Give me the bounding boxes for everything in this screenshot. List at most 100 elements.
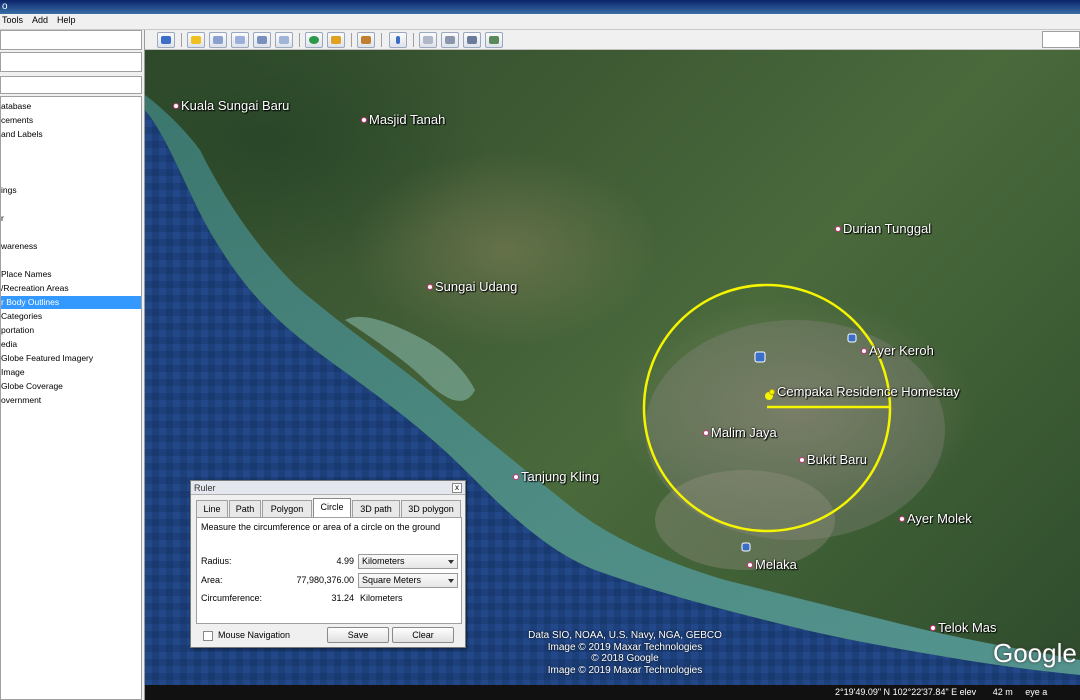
place-durian-tunggal[interactable]: Durian Tunggal <box>835 221 931 236</box>
ruler-circle-panel: Measure the circumference or area of a c… <box>196 517 462 624</box>
circumference-value: 31.24 <box>331 593 354 603</box>
ruler-description: Measure the circumference or area of a c… <box>201 522 441 532</box>
attribution-line: Image © 2019 Maxar Technologies <box>547 641 703 653</box>
place-kuala-sungai-baru[interactable]: Kuala Sungai Baru <box>173 98 289 113</box>
attribution-line: Image © 2019 Maxar Technologies <box>547 664 703 676</box>
mouse-navigation-label: Mouse Navigation <box>218 630 291 640</box>
sidebar: atabase cements and Labels ings r wareness Pla… <box>0 30 145 700</box>
layer-item[interactable]: r Body Outlines <box>1 296 141 309</box>
add-path-button[interactable] <box>231 32 249 48</box>
place-telok-mas[interactable]: Telok Mas <box>930 620 997 635</box>
layer-item[interactable]: Image <box>1 366 141 379</box>
save-button[interactable]: Save <box>327 627 389 643</box>
mouse-navigation-checkbox[interactable] <box>203 631 213 641</box>
place-masjid-tanah[interactable]: Masjid Tanah <box>361 112 445 127</box>
add-placemark-button[interactable] <box>187 32 205 48</box>
clear-button[interactable]: Clear <box>392 627 454 643</box>
place-melaka[interactable]: Melaka <box>747 557 797 572</box>
place-ayer-keroh[interactable]: Ayer Keroh <box>861 343 934 358</box>
status-bar: 2°19'49.09" N 102°22'37.84" E elev 42 m … <box>145 685 1080 700</box>
title-bar: o <box>0 0 1080 14</box>
tab-3d-path[interactable]: 3D path <box>352 500 400 517</box>
elevation-label: elev <box>959 687 977 697</box>
place-ayer-molek[interactable]: Ayer Molek <box>899 511 972 526</box>
layer-item[interactable]: portation <box>1 324 141 337</box>
layer-item[interactable]: edia <box>1 338 141 351</box>
print-button[interactable] <box>441 32 459 48</box>
close-icon[interactable]: x <box>452 483 462 493</box>
ruler-button[interactable] <box>389 32 407 48</box>
historical-imagery-button[interactable] <box>305 32 323 48</box>
record-tour-button[interactable] <box>275 32 293 48</box>
chevron-down-icon <box>448 560 454 564</box>
place-sungai-udang[interactable]: Sungai Udang <box>427 279 517 294</box>
coordinates-readout: 2°19'49.09" N 102°22'37.84" E elev 42 m … <box>835 685 1047 700</box>
toolbar-separator <box>351 33 352 47</box>
radius-unit-select[interactable]: Kilometers <box>358 554 458 569</box>
tab-line[interactable]: Line <box>196 500 228 517</box>
map-view[interactable]: Kuala Sungai Baru Masjid Tanah Durian Tu… <box>145 50 1080 685</box>
layer-item[interactable]: ings <box>1 184 141 197</box>
place-bukit-baru[interactable]: Bukit Baru <box>799 452 867 467</box>
layer-item[interactable]: Globe Coverage <box>1 380 141 393</box>
menu-help[interactable]: Help <box>57 15 76 25</box>
sidebar-places-header[interactable] <box>0 52 142 72</box>
toolbar-separator <box>413 33 414 47</box>
area-value: 77,980,376.00 <box>296 575 354 585</box>
add-polygon-button[interactable] <box>209 32 227 48</box>
toolbar-separator <box>299 33 300 47</box>
latitude: 2°19'49.09" N <box>835 687 891 697</box>
toolbar <box>145 30 1080 50</box>
add-overlay-button[interactable] <box>253 32 271 48</box>
toolbar-right-field[interactable] <box>1042 31 1080 48</box>
sidebar-toggle-button[interactable] <box>157 32 175 48</box>
longitude: 102°22'37.84" E <box>892 687 958 697</box>
attribution-line: © 2018 Google <box>591 653 659 664</box>
area-unit-select[interactable]: Square Meters <box>358 573 458 588</box>
sunlight-button[interactable] <box>327 32 345 48</box>
place-malim-jaya[interactable]: Malim Jaya <box>703 425 777 440</box>
window-title: o <box>2 1 8 12</box>
ruler-title-bar[interactable]: Ruler <box>191 481 465 495</box>
elevation-value: 42 m <box>992 687 1013 697</box>
tab-circle[interactable]: Circle <box>313 498 351 518</box>
tab-path[interactable]: Path <box>229 500 261 517</box>
imagery-attribution: Data SIO, NOAA, U.S. Navy, NGA, GEBCO Im… <box>505 630 745 676</box>
save-image-button[interactable] <box>463 32 481 48</box>
layer-item[interactable]: Categories <box>1 310 141 323</box>
sidebar-layers-header[interactable] <box>0 76 142 94</box>
tab-polygon[interactable]: Polygon <box>262 500 312 517</box>
ruler-dialog: Ruler x Line Path Polygon Circle 3D path… <box>190 480 466 648</box>
layer-item[interactable]: r <box>1 212 141 225</box>
place-tanjung-kling[interactable]: Tanjung Kling <box>513 469 599 484</box>
layer-item[interactable]: Globe Featured Imagery <box>1 352 141 365</box>
email-button[interactable] <box>419 32 437 48</box>
google-logo: Google <box>993 638 1077 668</box>
tab-3d-polygon[interactable]: 3D polygon <box>401 500 461 517</box>
attribution-line: Data SIO, NOAA, U.S. Navy, NGA, GEBCO <box>528 630 722 641</box>
toolbar-separator <box>181 33 182 47</box>
layer-item[interactable]: atabase <box>1 100 141 113</box>
planets-button[interactable] <box>357 32 375 48</box>
view-in-maps-button[interactable] <box>485 32 503 48</box>
poi-icon <box>741 542 751 552</box>
menu-add[interactable]: Add <box>32 15 48 25</box>
circumference-label: Circumference: <box>201 593 263 603</box>
place-cempaka-residence[interactable]: Cempaka Residence Homestay <box>769 384 960 399</box>
layer-item[interactable]: and Labels <box>1 128 141 141</box>
toolbar-separator <box>381 33 382 47</box>
hotel-icon <box>847 333 857 343</box>
layer-item[interactable]: /Recreation Areas <box>1 282 141 295</box>
radius-label: Radius: <box>201 556 232 566</box>
layer-item[interactable]: wareness <box>1 240 141 253</box>
sidebar-search-box[interactable] <box>0 30 142 50</box>
chevron-down-icon <box>448 579 454 583</box>
menu-tools[interactable]: Tools <box>2 15 23 25</box>
eye-altitude: eye a <box>1025 687 1048 697</box>
area-label: Area: <box>201 575 223 585</box>
layers-panel: atabase cements and Labels ings r wareness Pla… <box>0 96 142 700</box>
layer-item[interactable]: Place Names <box>1 268 141 281</box>
layer-item[interactable]: cements <box>1 114 141 127</box>
circumference-unit: Kilometers <box>360 593 403 603</box>
layer-item[interactable]: overnment <box>1 394 141 407</box>
